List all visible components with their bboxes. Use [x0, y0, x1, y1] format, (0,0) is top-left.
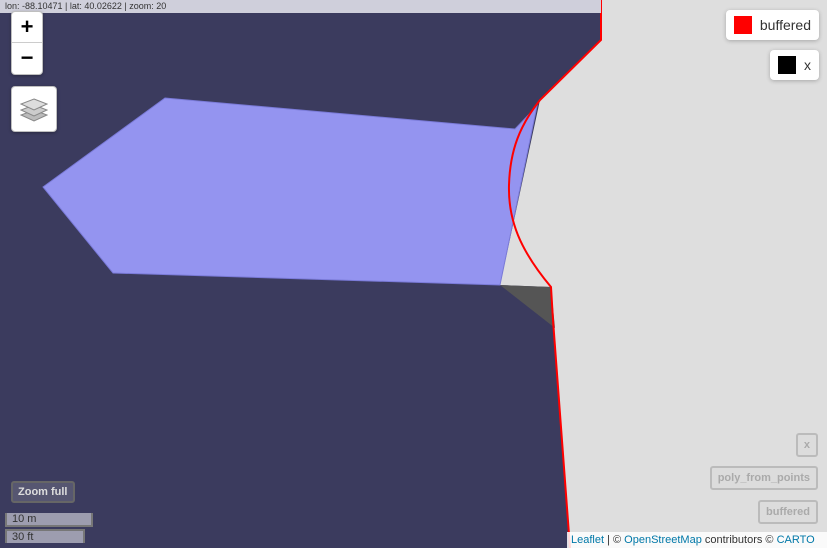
zoom-full-button[interactable]: Zoom full	[11, 481, 75, 503]
carto-link[interactable]: CARTO	[777, 534, 815, 546]
zoom-in-button[interactable]: +	[12, 12, 42, 42]
osm-link[interactable]: OpenStreetMap	[624, 534, 702, 546]
toggle-poly-from-points-button[interactable]: poly_from_points	[709, 466, 818, 490]
layers-button[interactable]	[11, 86, 57, 132]
x-swatch	[778, 56, 796, 74]
zoom-control: + −	[11, 11, 43, 75]
map-canvas[interactable]	[0, 0, 827, 548]
toggle-buffered-button[interactable]: buffered	[758, 500, 818, 524]
coordinate-readout: lon: -88.10471 | lat: 40.02622 | zoom: 2…	[0, 0, 601, 13]
toggle-x-button[interactable]: x	[795, 433, 818, 457]
attribution-separator: | ©	[604, 534, 625, 546]
scale-imperial: 30 ft	[5, 529, 85, 543]
map-attribution: Leaflet | © OpenStreetMap contributors ©…	[567, 532, 827, 548]
layers-icon	[20, 98, 48, 122]
leaflet-link[interactable]: Leaflet	[571, 534, 604, 546]
scale-metric: 10 m	[5, 513, 93, 527]
legend-item-x: x	[770, 50, 819, 80]
attribution-contributors: contributors ©	[701, 534, 777, 546]
legend-label-buffered: buffered	[759, 17, 811, 33]
buffered-swatch	[733, 16, 752, 34]
legend-label-x: x	[804, 57, 811, 73]
zoom-out-button[interactable]: −	[12, 42, 42, 73]
legend-item-buffered: buffered	[725, 10, 819, 40]
